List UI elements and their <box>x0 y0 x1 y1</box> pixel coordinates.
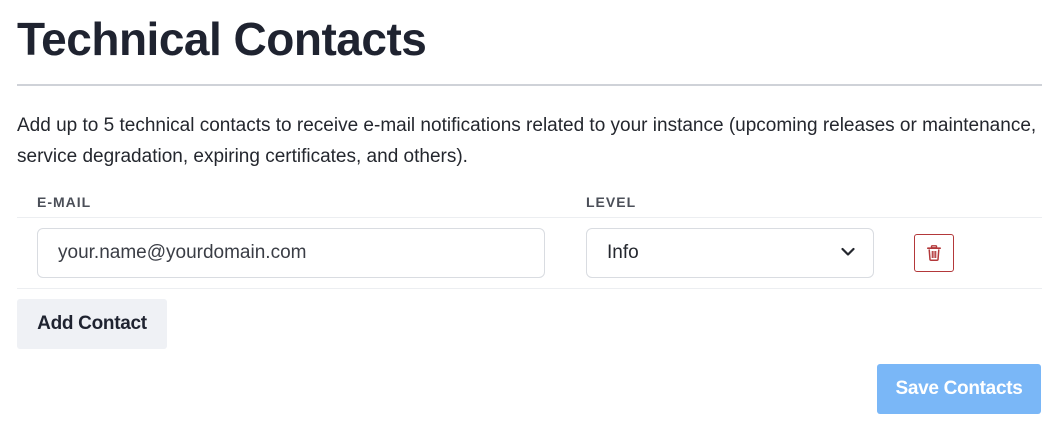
trash-icon <box>927 245 941 261</box>
save-contacts-button[interactable]: Save Contacts <box>877 364 1041 414</box>
contacts-table: E-MAIL LEVEL Info <box>17 186 1042 289</box>
email-field[interactable] <box>37 228 545 278</box>
page-description: Add up to 5 technical contacts to receiv… <box>17 115 1037 167</box>
column-header-email: E-MAIL <box>37 194 92 210</box>
title-divider <box>17 84 1042 86</box>
column-header-level: LEVEL <box>586 194 637 210</box>
level-selected-value: Info <box>607 242 639 263</box>
add-contact-button[interactable]: Add Contact <box>17 299 167 349</box>
chevron-down-icon <box>841 247 855 256</box>
technical-contacts-page: Technical Contacts Add up to 5 technical… <box>0 0 1060 437</box>
delete-contact-button[interactable] <box>914 234 954 272</box>
table-row: Info <box>17 218 1042 289</box>
level-select[interactable]: Info <box>586 228 874 278</box>
page-title: Technical Contacts <box>17 13 427 65</box>
table-header: E-MAIL LEVEL <box>17 186 1042 218</box>
